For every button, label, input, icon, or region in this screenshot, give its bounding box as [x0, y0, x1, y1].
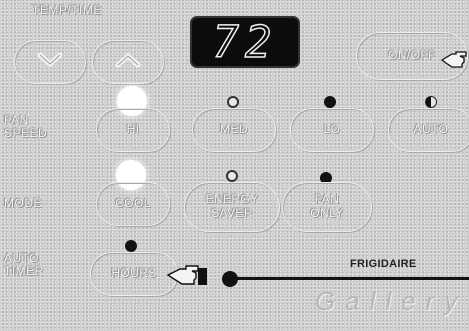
temp-time-label: TEMP/TIME — [32, 3, 102, 17]
fan-med-label: MED — [220, 122, 248, 137]
control-panel: TEMP/TIME 72 ON/OFF FAN SPEED HI MED LO … — [0, 0, 469, 331]
pointing-hand-icon — [440, 48, 469, 77]
mode-fan-only-label: FAN ONLY — [310, 192, 344, 220]
chevron-up-icon — [115, 52, 141, 73]
mode-cool-button[interactable]: COOL — [96, 182, 170, 226]
mode-energy-saver-label: ENERGY SAVER — [205, 192, 259, 220]
fan-lo-label: LO — [323, 122, 341, 137]
temp-down-button[interactable] — [14, 40, 86, 84]
lo-indicator-led — [324, 96, 336, 108]
auto-indicator-led — [425, 96, 437, 108]
fan-hi-button[interactable]: HI — [96, 108, 170, 152]
auto-timer-label: AUTO TIMER — [4, 251, 44, 278]
power-button-label: ON/OFF — [388, 48, 436, 63]
energy-saver-indicator-led — [226, 170, 238, 182]
fan-med-button[interactable]: MED — [192, 108, 276, 152]
mode-label: MODE — [4, 196, 42, 210]
temp-up-button[interactable] — [92, 40, 164, 84]
mode-cool-label: COOL — [115, 196, 151, 211]
brand-script-logo: Gallery — [315, 286, 468, 316]
temperature-readout: 72 — [212, 16, 278, 69]
fan-auto-label: AUTO — [413, 122, 449, 137]
med-indicator-led — [227, 96, 239, 108]
fan-speed-label: FAN SPEED — [4, 113, 48, 140]
brand-logo: FRIGIDAIRE — [350, 258, 417, 270]
fan-lo-button[interactable]: LO — [290, 108, 374, 152]
temperature-display: 72 — [190, 16, 300, 68]
timer-hours-label: HOURS — [111, 266, 157, 281]
timer-hours-button[interactable]: HOURS — [90, 252, 178, 296]
callout-line — [236, 277, 469, 280]
chevron-down-icon — [37, 52, 63, 73]
fan-auto-button[interactable]: AUTO — [388, 108, 469, 152]
fan-hi-label: HI — [126, 122, 140, 137]
hours-indicator-led — [125, 240, 137, 252]
mode-energy-saver-button[interactable]: ENERGY SAVER — [184, 182, 280, 232]
mode-fan-only-button[interactable]: FAN ONLY — [282, 182, 372, 232]
pointing-hand-icon — [166, 263, 208, 296]
